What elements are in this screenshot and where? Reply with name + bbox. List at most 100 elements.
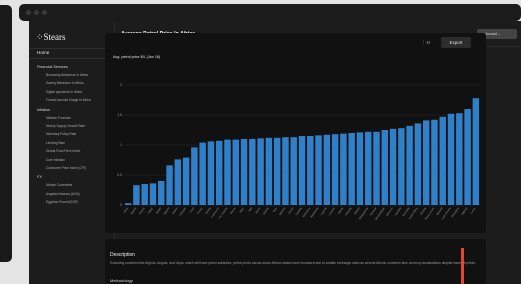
x-tick-label: Togo <box>271 206 278 213</box>
y-tick-label: 2 <box>120 83 122 87</box>
sidebar-section-1[interactable]: Inflation <box>37 108 50 112</box>
x-tick-label: Malawi <box>353 206 361 215</box>
bar <box>282 137 289 205</box>
bar-chart: 00.511.52Libya Algeria Angola Egypt Sudan Nig… <box>117 83 480 221</box>
sidebar-item[interactable]: Money Supply Growth Rate <box>46 124 85 128</box>
bar <box>315 135 322 205</box>
bar <box>149 183 157 205</box>
account-label: Account <box>485 32 498 36</box>
bar <box>174 159 182 205</box>
x-tick-label: Tunisia <box>204 206 212 216</box>
x-tick-label: Burkina <box>278 206 287 216</box>
sidebar-item[interactable]: Angolan Kwanza (AOA) <box>46 192 80 196</box>
x-tick-label: Namibia <box>393 206 402 217</box>
sidebar-divider <box>29 48 115 49</box>
bar <box>273 137 281 205</box>
bar <box>439 116 446 205</box>
sidebar-item[interactable]: African Currencies <box>46 183 72 187</box>
bar <box>182 157 190 205</box>
scroll-indicator[interactable] <box>461 248 464 284</box>
x-tick-label: Nigeria <box>162 206 170 215</box>
sidebar-section-2[interactable]: FX <box>37 175 42 179</box>
bar <box>340 133 347 205</box>
x-tick-label: Egypt <box>147 206 154 214</box>
x-tick-label: Zimbabwe <box>450 206 460 219</box>
x-tick-label: Liberia <box>336 206 344 215</box>
bar <box>224 139 231 205</box>
bar <box>290 137 297 205</box>
x-tick-label: Mauritania <box>309 206 320 219</box>
sidebar-item[interactable]: Egyptian Pound (EGP) <box>46 200 78 204</box>
bar <box>215 140 223 205</box>
bar <box>472 98 480 205</box>
sidebar-item[interactable]: Borrowing Behaviour In Africa <box>46 73 88 77</box>
bar <box>356 132 364 205</box>
sidebar-item[interactable]: Inflation Forecast <box>46 116 70 120</box>
bar <box>265 137 273 205</box>
x-tick-label: Angola <box>138 206 146 215</box>
window-dot-icon[interactable] <box>34 10 39 15</box>
bar <box>232 139 239 205</box>
x-tick-label: Benin <box>254 206 261 214</box>
x-tick-label: Eq. Guinea <box>218 206 229 219</box>
bar <box>398 128 405 205</box>
x-tick-label: Guinea <box>262 206 270 216</box>
bar <box>141 184 148 205</box>
y-tick-label: 0.5 <box>117 173 122 177</box>
x-tick-label: Senegal <box>369 206 378 216</box>
x-tick-label: Algeria <box>129 206 137 215</box>
x-tick-label: Ghana <box>229 206 237 215</box>
screenshot-frame: ⁘Stears Home Financial Services⌃Borrowin… <box>0 0 521 284</box>
x-tick-label: Sudan <box>154 206 162 215</box>
sidebar-item[interactable]: Digital payments In Africa <box>46 90 82 94</box>
bar <box>447 113 455 205</box>
sidebar-item[interactable]: Formal Account Usage In Africa <box>46 98 91 102</box>
y-tick-label: 1.5 <box>117 113 122 117</box>
chevron-down-icon: ⌄ <box>497 32 501 36</box>
bar <box>365 131 372 205</box>
x-tick-label: Libya <box>122 206 129 214</box>
bar <box>373 131 380 205</box>
bar <box>331 134 339 205</box>
bar <box>464 109 471 205</box>
bar <box>307 136 314 205</box>
window-dot-icon[interactable] <box>26 10 31 15</box>
bar <box>414 123 422 205</box>
bar <box>298 136 306 205</box>
x-tick-label: Djibouti <box>460 206 468 216</box>
description-text: Excluding countries like Algeria, Angola… <box>110 261 476 265</box>
x-tick-label: C.A.R. <box>469 206 477 215</box>
sidebar-item[interactable]: Core Inflation <box>46 158 65 162</box>
bar <box>381 130 389 205</box>
bar <box>124 203 132 205</box>
x-tick-label: Lesotho <box>327 206 336 216</box>
x-tick-label: Gambia <box>294 206 303 216</box>
chart-card: ⫶ ☷ Export Avg. petrol price $/L (Jan 18… <box>105 33 486 233</box>
sidebar-item[interactable]: Consumer Price Index (CPI) <box>46 166 86 170</box>
sidebar-divider <box>29 58 115 59</box>
bar <box>133 185 140 205</box>
x-tick-label: Burundi <box>435 206 444 216</box>
logo[interactable]: ⁘Stears <box>36 32 66 43</box>
bar <box>191 147 198 205</box>
left-window-edge <box>0 5 12 262</box>
x-tick-label: Uganda <box>319 206 328 216</box>
x-tick-label: Zambia <box>419 206 428 216</box>
bar <box>422 120 430 205</box>
sidebar: ⁘Stears Home Financial Services⌃Borrowin… <box>29 21 115 284</box>
sidebar-item[interactable]: Saving Behaviour In Africa <box>46 81 83 85</box>
sidebar-item-home[interactable]: Home <box>37 50 49 55</box>
x-tick-label: Congo <box>196 206 204 215</box>
x-tick-label: Gabon <box>171 206 179 215</box>
bar <box>431 119 438 205</box>
bar <box>249 139 256 205</box>
bar <box>456 113 463 205</box>
sidebar-item[interactable]: Global Food Price Index <box>46 149 80 153</box>
bar <box>158 181 165 205</box>
sidebar-section-0[interactable]: Financial Services <box>37 65 68 69</box>
x-tick-label: Niger <box>238 206 245 213</box>
window-dot-icon[interactable] <box>42 10 47 15</box>
sidebar-item[interactable]: Monetary Policy Rate <box>46 132 76 136</box>
bar <box>348 133 355 205</box>
sidebar-item[interactable]: Lending Rate <box>46 141 65 145</box>
